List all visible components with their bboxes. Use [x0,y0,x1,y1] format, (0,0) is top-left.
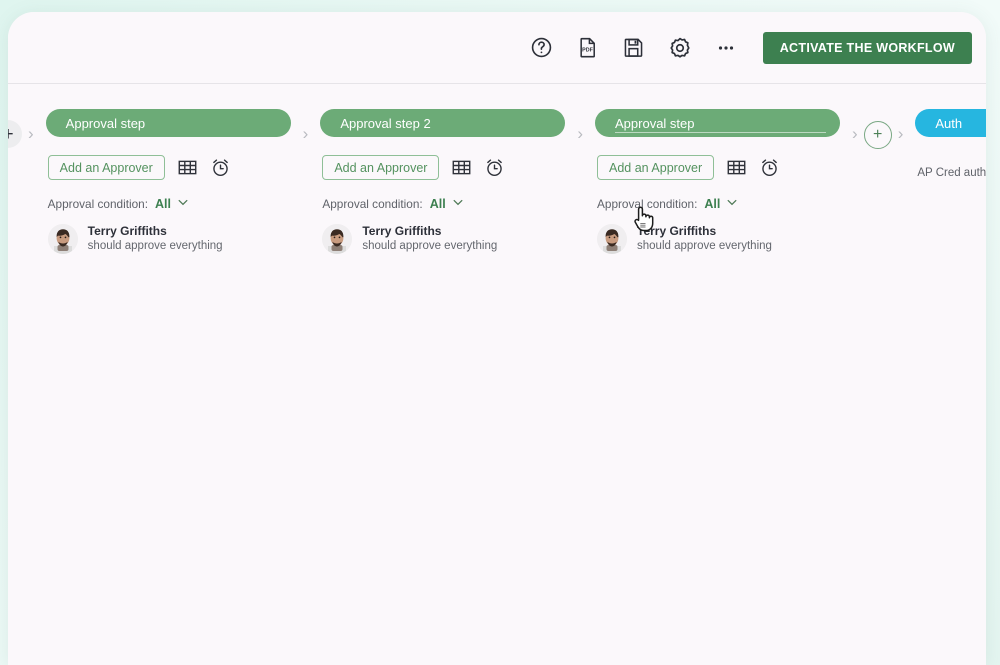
step-title-3: Approval step [615,115,695,131]
toolbar-actions: PDF ACTIVATE THE WORKFLOW [519,12,972,83]
chevron-down-icon-1[interactable] [178,199,188,209]
approval-condition-row-3[interactable]: Approval condition: All [597,197,840,211]
chevron-right-icon-4: › [897,124,904,143]
add-approver-button-2[interactable]: Add an Approver [322,155,440,180]
svg-text:PDF: PDF [582,48,593,54]
step-title-pill-3[interactable]: Approval step [595,109,841,137]
table-icon-1[interactable] [177,157,198,178]
add-step-button[interactable]: + [863,121,892,149]
chevron-right-icon-1: › [302,124,309,143]
approver-row-2[interactable]: Terry Griffiths should approve everythin… [322,223,565,255]
add-approver-button-3[interactable]: Add an Approver [597,155,715,180]
step-body-2: Add an Approver Approval condition: All … [320,155,565,255]
approver-row-3[interactable]: Terry Griffiths should approve everythin… [597,223,840,255]
approval-condition-label-3: Approval condition: [597,197,698,211]
chevron-right-icon-0: › [28,124,34,143]
steps-row: + › Approval step Add an Approver [8,109,986,255]
alarm-clock-icon-3[interactable] [759,157,780,178]
avatar-2 [322,223,353,254]
alarm-clock-icon-1[interactable] [210,157,231,178]
activate-workflow-button[interactable]: ACTIVATE THE WORKFLOW [762,31,972,64]
approver-row-1[interactable]: Terry Griffiths should approve everythin… [47,223,291,255]
add-approver-button-1[interactable]: Add an Approver [47,155,165,180]
step-toolbar-1: Add an Approver [47,155,291,180]
approver-sub-1: should approve everything [87,240,223,253]
step-title-pill-2[interactable]: Approval step 2 [320,109,566,137]
approver-text-2: Terry Griffiths should approve everythin… [362,223,497,255]
approver-text-1: Terry Griffiths should approve everythin… [88,223,223,255]
step-toolbar-2: Add an Approver [322,155,565,180]
alarm-clock-icon-2[interactable] [484,157,505,178]
approver-sub-3: should approve everything [637,240,772,253]
step-toolbar-3: Add an Approver [597,155,840,180]
approval-step-column-2: Approval step 2 Add an Approver Approval… [320,109,566,255]
step-title-1: Approval step [65,115,146,131]
authorisation-step-pill[interactable]: Auth [915,109,986,137]
approval-condition-value-3: All [704,197,721,211]
approval-condition-value-1: All [155,197,171,211]
approver-sub-2: should approve everything [362,240,498,253]
approver-name-2: Terry Griffiths [362,224,442,238]
approver-name-1: Terry Griffiths [87,224,167,238]
approval-step-column-1: Approval step Add an Approver Approval c… [45,109,291,255]
step-title-edit-underline-3 [615,131,827,133]
pdf-icon[interactable]: PDF [565,25,611,71]
approval-condition-label-1: Approval condition: [47,197,149,211]
avatar-3 [597,223,628,254]
approval-condition-row-1[interactable]: Approval condition: All [48,197,291,211]
approver-name-3: Terry Griffiths [637,224,717,238]
step-body-1: Add an Approver Approval condition: All … [46,155,291,255]
add-step-before-button[interactable]: + [8,120,22,148]
chevron-right-icon-3: › [852,124,858,143]
step-title-pill-1[interactable]: Approval step [45,109,291,137]
approval-step-column-3: Approval step Add an Approver Approval c… [595,109,841,255]
approver-text-3: Terry Griffiths should approve everythin… [637,223,772,255]
step-title-2: Approval step 2 [340,115,431,131]
chevron-right-icon-2: › [577,124,584,143]
step-body-3: Add an Approver Approval condition: All … [595,155,840,255]
authorisation-step-title: Auth [935,115,963,131]
save-icon[interactable] [611,25,657,71]
more-icon[interactable] [703,25,749,71]
screen: PDF ACTIVATE THE WORKFLOW › Approval ste… [0,0,1000,665]
approval-condition-value-2: All [429,197,446,211]
chevron-down-icon-3[interactable] [727,199,737,209]
avatar-1 [47,223,78,254]
gear-icon[interactable] [657,25,703,71]
table-icon-2[interactable] [451,157,472,178]
workflow-canvas: + › Approval step Add an Approver [8,84,986,665]
approval-condition-row-2[interactable]: Approval condition: All [322,197,565,211]
chevron-down-icon-2[interactable] [453,199,463,209]
authorisation-step-subtitle: AP Cred authoris [917,167,986,179]
table-icon-3[interactable] [726,157,747,178]
authorisation-step-column: Auth AP Cred authoris [915,109,986,182]
top-toolbar: PDF ACTIVATE THE WORKFLOW [8,12,986,84]
help-icon[interactable] [519,25,565,71]
app-window: PDF ACTIVATE THE WORKFLOW › Approval ste… [8,12,986,665]
approval-condition-label-2: Approval condition: [322,197,423,211]
